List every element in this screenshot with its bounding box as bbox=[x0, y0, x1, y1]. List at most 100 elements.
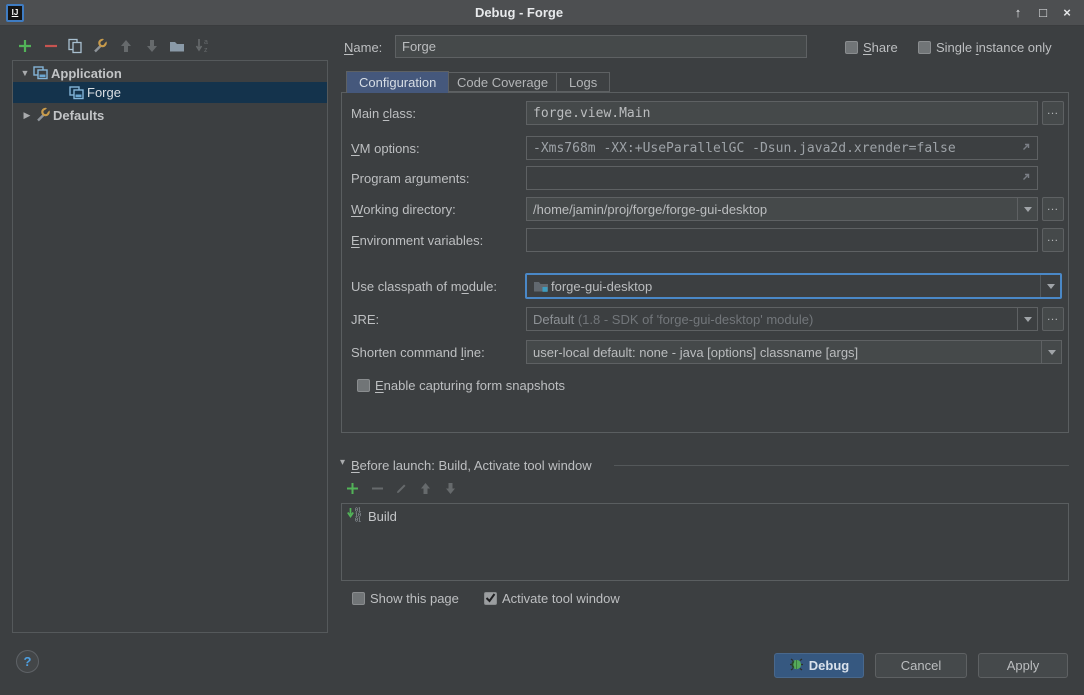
working-directory-value: /home/jamin/proj/forge/forge-gui-desktop bbox=[527, 202, 1017, 217]
environment-variables-browse-button[interactable]: … bbox=[1042, 228, 1064, 252]
main-class-browse-button[interactable]: … bbox=[1042, 101, 1064, 125]
environment-variables-input[interactable] bbox=[526, 228, 1038, 252]
expand-field-icon[interactable] bbox=[1020, 171, 1032, 186]
tree-item-label: Forge bbox=[87, 85, 121, 100]
debug-button[interactable]: Debug bbox=[774, 653, 864, 678]
working-directory-label: Working directory: bbox=[351, 202, 456, 217]
before-launch-move-down-button[interactable] bbox=[441, 481, 459, 499]
sort-az-icon: a z bbox=[195, 38, 211, 57]
tree-item-defaults[interactable]: ▶ Defaults bbox=[13, 105, 327, 125]
cancel-button[interactable]: Cancel bbox=[875, 653, 967, 678]
tree-item-application[interactable]: ▼ Application bbox=[13, 63, 327, 83]
expand-arrow-icon[interactable]: ▼ bbox=[19, 68, 31, 78]
remove-configuration-button[interactable] bbox=[42, 38, 60, 56]
section-divider bbox=[614, 465, 1069, 466]
debug-configuration-dialog: IJ Debug - Forge ↑ □ × bbox=[0, 0, 1084, 695]
single-instance-label: Single instance only bbox=[936, 40, 1052, 55]
before-launch-title: Before launch: Build, Activate tool wind… bbox=[351, 458, 592, 473]
application-type-icon bbox=[31, 66, 51, 80]
pencil-icon bbox=[395, 482, 408, 498]
configuration-panel: Main class: … VM options: Program argume… bbox=[341, 92, 1069, 433]
main-class-input[interactable] bbox=[526, 101, 1038, 125]
environment-variables-label: Environment variables: bbox=[351, 233, 483, 248]
dropdown-arrow-icon[interactable] bbox=[1041, 341, 1061, 363]
program-arguments-input[interactable] bbox=[526, 166, 1038, 190]
svg-text:a: a bbox=[204, 39, 208, 46]
name-input[interactable] bbox=[395, 35, 807, 58]
bug-icon bbox=[789, 658, 803, 674]
wrench-icon bbox=[92, 38, 108, 57]
working-directory-combo[interactable]: /home/jamin/proj/forge/forge-gui-desktop bbox=[526, 197, 1038, 221]
move-down-button[interactable] bbox=[143, 38, 161, 56]
task-label: Build bbox=[368, 509, 397, 524]
jre-browse-button[interactable]: … bbox=[1042, 307, 1064, 331]
shade-window-button[interactable]: ↑ bbox=[1008, 3, 1028, 23]
activate-tool-window-label: Activate tool window bbox=[502, 591, 620, 606]
jre-combo[interactable]: Default (1.8 - SDK of 'forge-gui-desktop… bbox=[526, 307, 1038, 331]
close-window-button[interactable]: × bbox=[1057, 3, 1077, 23]
task-build-item[interactable]: 01 10 01 Build bbox=[343, 506, 1067, 526]
maximize-window-button[interactable]: □ bbox=[1033, 3, 1053, 23]
titlebar[interactable]: IJ Debug - Forge ↑ □ × bbox=[0, 0, 1084, 26]
before-launch-edit-button[interactable] bbox=[392, 481, 410, 499]
tree-item-label: Defaults bbox=[53, 108, 104, 123]
arrow-up-icon bbox=[419, 482, 432, 498]
collapsed-arrow-icon[interactable]: ▶ bbox=[21, 110, 33, 121]
use-classpath-label: Use classpath of module: bbox=[351, 279, 497, 294]
svg-text:01: 01 bbox=[355, 518, 361, 524]
tab-configuration[interactable]: Configuration bbox=[346, 71, 449, 93]
tab-code-coverage[interactable]: Code Coverage bbox=[444, 72, 561, 92]
arrow-down-icon bbox=[145, 39, 159, 56]
activate-tool-window-checkbox[interactable] bbox=[484, 592, 497, 605]
sort-configurations-button[interactable]: a z bbox=[194, 38, 212, 56]
module-icon bbox=[527, 279, 549, 293]
name-label: Name: bbox=[344, 40, 382, 55]
apply-button-label: Apply bbox=[1007, 658, 1040, 673]
show-this-page-checkbox[interactable] bbox=[352, 592, 365, 605]
jre-value: Default (1.8 - SDK of 'forge-gui-desktop… bbox=[527, 312, 1017, 327]
debug-button-label: Debug bbox=[809, 658, 849, 673]
plus-icon bbox=[18, 39, 32, 56]
plus-icon bbox=[346, 482, 359, 498]
move-up-button[interactable] bbox=[117, 38, 135, 56]
create-folder-button[interactable] bbox=[168, 38, 186, 56]
edit-defaults-button[interactable] bbox=[91, 38, 109, 56]
arrow-up-icon bbox=[119, 39, 133, 56]
working-directory-browse-button[interactable]: … bbox=[1042, 197, 1064, 221]
copy-configuration-button[interactable] bbox=[66, 38, 84, 56]
jre-label: JRE: bbox=[351, 312, 379, 327]
help-button[interactable]: ? bbox=[16, 650, 39, 673]
before-launch-remove-button[interactable] bbox=[368, 481, 386, 499]
dropdown-arrow-icon[interactable] bbox=[1017, 308, 1037, 330]
vm-options-label: VM options: bbox=[351, 141, 420, 156]
dropdown-arrow-icon[interactable] bbox=[1040, 275, 1060, 297]
tree-item-forge-selected[interactable]: Forge bbox=[13, 82, 327, 103]
tree-item-label: Application bbox=[51, 66, 122, 81]
svg-text:z: z bbox=[204, 47, 208, 54]
before-launch-move-up-button[interactable] bbox=[416, 481, 434, 499]
cancel-button-label: Cancel bbox=[901, 658, 941, 673]
shorten-command-line-combo[interactable]: user-local default: none - java [options… bbox=[526, 340, 1062, 364]
program-arguments-label: Program arguments: bbox=[351, 171, 470, 186]
copy-icon bbox=[67, 38, 83, 57]
expand-field-icon[interactable] bbox=[1020, 141, 1032, 156]
module-combo[interactable]: forge-gui-desktop bbox=[525, 273, 1062, 299]
shorten-command-line-label: Shorten command line: bbox=[351, 345, 485, 360]
add-configuration-button[interactable] bbox=[16, 38, 34, 56]
share-checkbox[interactable] bbox=[845, 41, 858, 54]
enable-snapshots-checkbox[interactable] bbox=[357, 379, 370, 392]
collapse-section-icon[interactable]: ▾ bbox=[340, 457, 345, 468]
main-class-label: Main class: bbox=[351, 106, 416, 121]
dropdown-arrow-icon[interactable] bbox=[1017, 198, 1037, 220]
show-this-page-label: Show this page bbox=[370, 591, 459, 606]
arrow-down-icon bbox=[444, 482, 457, 498]
application-type-icon bbox=[67, 86, 87, 100]
single-instance-checkbox[interactable] bbox=[918, 41, 931, 54]
minus-icon bbox=[371, 482, 384, 498]
before-launch-add-button[interactable] bbox=[343, 481, 361, 499]
tab-logs[interactable]: Logs bbox=[556, 72, 610, 92]
share-label: Share bbox=[863, 40, 898, 55]
folder-icon bbox=[169, 39, 185, 56]
apply-button[interactable]: Apply bbox=[978, 653, 1068, 678]
vm-options-input[interactable] bbox=[526, 136, 1038, 160]
